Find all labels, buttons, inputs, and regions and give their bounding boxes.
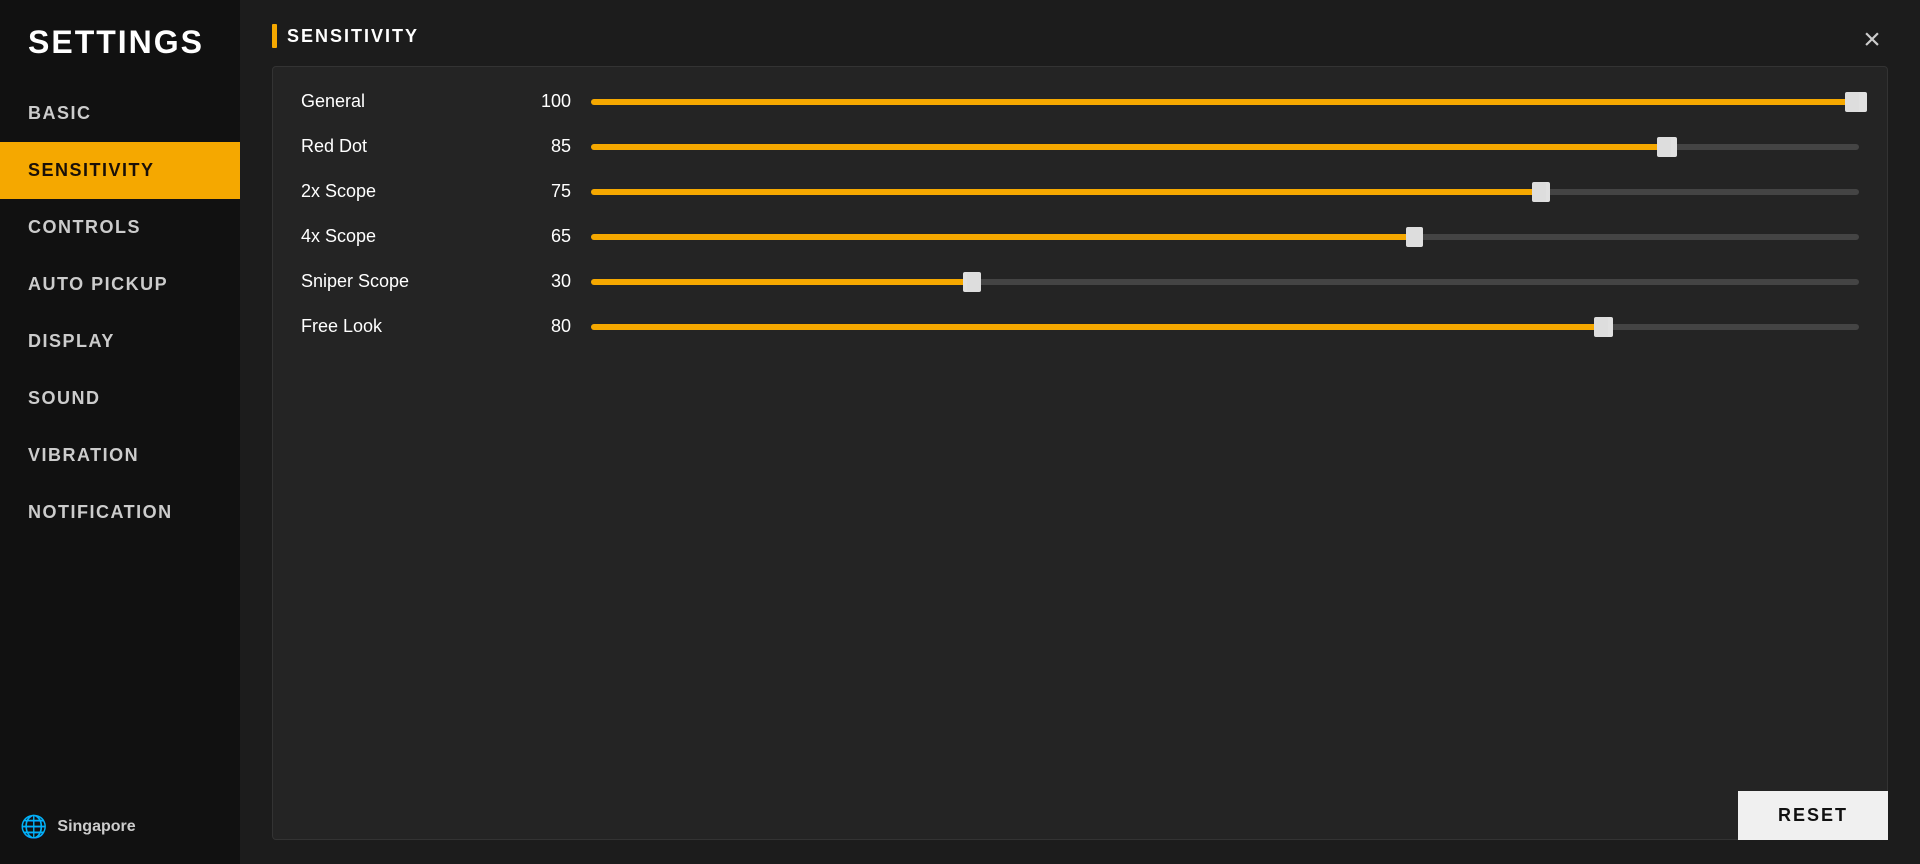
sidebar-item-vibration[interactable]: VIBRATION [0,427,240,484]
sidebar-item-controls[interactable]: CONTROLS [0,199,240,256]
slider-track-container [591,92,1859,112]
reset-button[interactable]: RESET [1738,791,1888,840]
close-icon: × [1863,25,1881,55]
slider-input[interactable] [591,272,1859,292]
sensitivity-panel: General 100 Red Dot 85 2x Scope 75 [272,66,1888,840]
slider-row-sniper-scope: Sniper Scope 30 [273,259,1887,304]
sidebar-item-sensitivity[interactable]: SENSITIVITY [0,142,240,199]
slider-row-4x-scope: 4x Scope 65 [273,214,1887,259]
sidebar-item-sound[interactable]: SOUND [0,370,240,427]
section-header: SENSITIVITY [272,24,1888,48]
globe-icon: 🌐 [20,814,47,840]
slider-label: 4x Scope [301,226,501,247]
region-label: Singapore [57,818,135,836]
sidebar-footer: 🌐 Singapore [0,814,240,840]
sidebar-item-auto-pickup[interactable]: AUTO PICKUP [0,256,240,313]
slider-row-free-look: Free Look 80 [273,304,1887,349]
slider-label: 2x Scope [301,181,501,202]
slider-label: General [301,91,501,112]
slider-input[interactable] [591,317,1859,337]
sidebar: SETTINGS BASICSENSITIVITYCONTROLSAUTO PI… [0,0,240,864]
settings-title: SETTINGS [0,0,240,81]
slider-value: 75 [521,181,571,202]
slider-value: 80 [521,316,571,337]
sidebar-nav: BASICSENSITIVITYCONTROLSAUTO PICKUPDISPL… [0,85,240,541]
sidebar-item-notification[interactable]: NOTIFICATION [0,484,240,541]
sidebar-item-basic[interactable]: BASIC [0,85,240,142]
sidebar-item-display[interactable]: DISPLAY [0,313,240,370]
slider-track-container [591,227,1859,247]
slider-row-general: General 100 [273,79,1887,124]
slider-input[interactable] [591,92,1859,112]
slider-value: 65 [521,226,571,247]
slider-input[interactable] [591,182,1859,202]
slider-track-container [591,317,1859,337]
slider-input[interactable] [591,137,1859,157]
slider-input[interactable] [591,227,1859,247]
slider-label: Red Dot [301,136,501,157]
slider-row-red-dot: Red Dot 85 [273,124,1887,169]
slider-value: 30 [521,271,571,292]
close-button[interactable]: × [1848,16,1896,64]
slider-track-container [591,137,1859,157]
slider-value: 85 [521,136,571,157]
section-indicator [272,24,277,48]
slider-track-container [591,182,1859,202]
section-title: SENSITIVITY [287,26,419,47]
slider-track-container [591,272,1859,292]
slider-label: Free Look [301,316,501,337]
slider-row-2x-scope: 2x Scope 75 [273,169,1887,214]
slider-value: 100 [521,91,571,112]
slider-label: Sniper Scope [301,271,501,292]
main-content: SENSITIVITY General 100 Red Dot 85 [240,0,1920,864]
